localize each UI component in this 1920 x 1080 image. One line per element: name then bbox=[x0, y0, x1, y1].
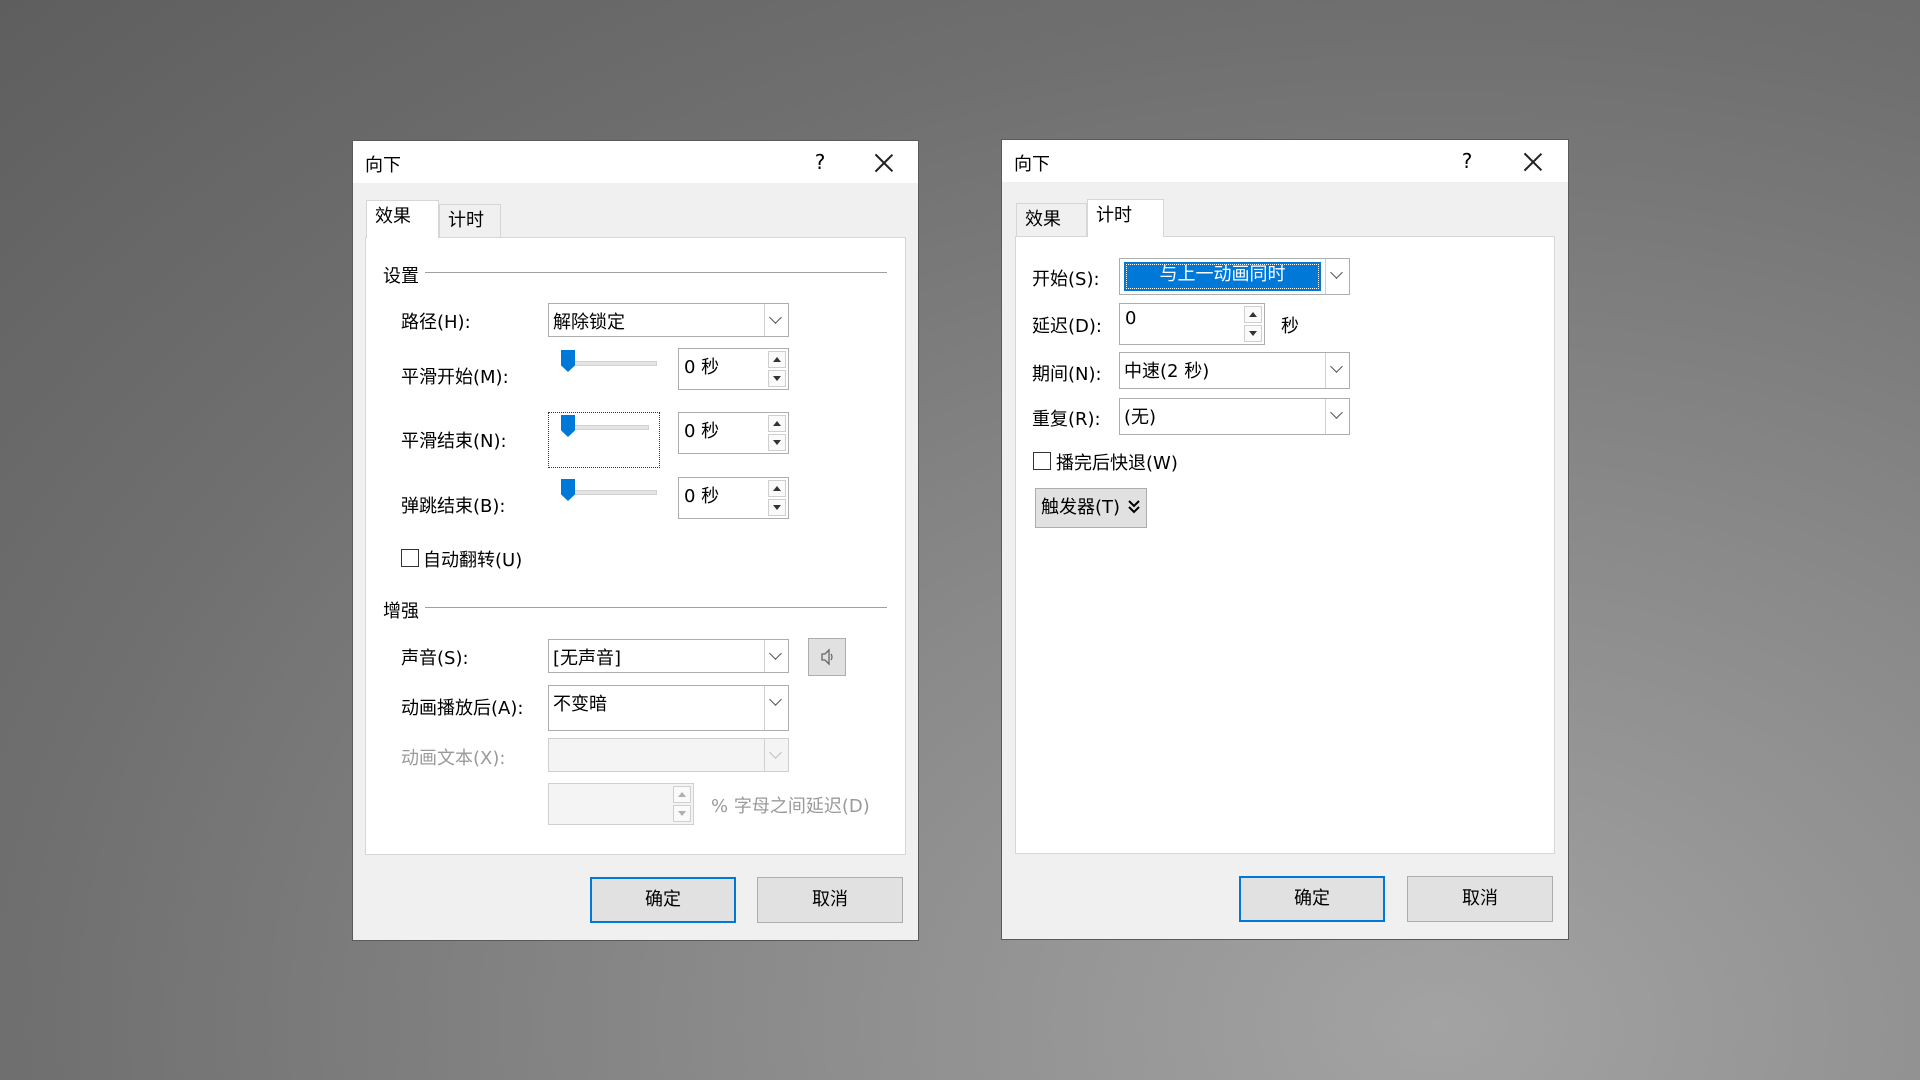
start-select-value: 与上一动画同时 bbox=[1124, 262, 1321, 291]
double-chevron-down-icon bbox=[1128, 500, 1140, 514]
spin-down-icon[interactable] bbox=[1244, 325, 1262, 342]
letter-delay-label: % 字母之间延迟(D) bbox=[711, 796, 870, 817]
animate-text-select[interactable] bbox=[548, 738, 789, 772]
enhance-divider bbox=[423, 607, 887, 608]
enhance-section-title: 增强 bbox=[383, 597, 425, 623]
ok-button[interactable]: 确定 bbox=[1239, 876, 1385, 922]
spinner-value[interactable]: 0 秒 bbox=[684, 417, 719, 443]
chevron-down-icon[interactable] bbox=[764, 304, 788, 336]
spinner-value[interactable]: 0 秒 bbox=[684, 353, 719, 379]
path-label: 路径(H): bbox=[401, 312, 471, 333]
sound-select[interactable]: [无声音] bbox=[548, 639, 789, 673]
smooth-start-label: 平滑开始(M): bbox=[401, 367, 509, 388]
bounce-end-spinner[interactable]: 0 秒 bbox=[678, 477, 789, 519]
after-animation-label: 动画播放后(A): bbox=[401, 698, 524, 719]
repeat-select-value: (无) bbox=[1124, 407, 1157, 428]
bounce-end-label: 弹跳结束(B): bbox=[401, 496, 506, 517]
repeat-select[interactable]: (无) bbox=[1119, 398, 1350, 435]
delay-unit: 秒 bbox=[1281, 316, 1299, 337]
spin-up-icon[interactable] bbox=[768, 415, 786, 432]
sound-select-value: [无声音] bbox=[553, 648, 622, 669]
auto-reverse-checkbox[interactable] bbox=[401, 549, 419, 567]
chevron-down-icon[interactable] bbox=[1325, 399, 1349, 434]
spin-up-icon[interactable] bbox=[673, 786, 691, 803]
speaker-icon bbox=[821, 648, 833, 666]
effect-dialog: 向下 ? 效果 计时 设置 路径(H): 解除锁定 平滑开始(M): 0 秒 平… bbox=[352, 140, 919, 941]
chevron-down-icon[interactable] bbox=[1325, 259, 1349, 294]
spinner-value[interactable]: 0 秒 bbox=[684, 482, 719, 508]
start-select[interactable]: 与上一动画同时 bbox=[1119, 258, 1350, 295]
slider-track bbox=[561, 490, 657, 495]
delay-spinner[interactable]: 0 bbox=[1119, 303, 1265, 345]
duration-label: 期间(N): bbox=[1032, 364, 1102, 385]
duration-select[interactable]: 中速(2 秒) bbox=[1119, 352, 1350, 389]
slider-track bbox=[562, 425, 649, 430]
path-select-value: 解除锁定 bbox=[553, 312, 625, 333]
after-animation-value: 不变暗 bbox=[553, 694, 607, 715]
bounce-end-slider[interactable] bbox=[551, 479, 657, 519]
animate-text-label: 动画文本(X): bbox=[401, 748, 506, 769]
chevron-down-icon[interactable] bbox=[1325, 353, 1349, 388]
settings-divider bbox=[423, 272, 887, 273]
spin-down-icon[interactable] bbox=[768, 370, 786, 387]
rewind-label[interactable]: 播完后快退(W) bbox=[1056, 449, 1178, 475]
chevron-down-icon[interactable] bbox=[764, 686, 788, 730]
smooth-end-label: 平滑结束(N): bbox=[401, 431, 507, 452]
spin-up-icon[interactable] bbox=[1244, 306, 1262, 323]
after-animation-select[interactable]: 不变暗 bbox=[548, 685, 789, 731]
slider-thumb[interactable] bbox=[561, 350, 575, 372]
delay-value[interactable]: 0 bbox=[1125, 308, 1136, 329]
start-label: 开始(S): bbox=[1032, 269, 1100, 290]
letter-delay-spinner[interactable] bbox=[548, 783, 694, 825]
spin-up-icon[interactable] bbox=[768, 480, 786, 497]
auto-reverse-label[interactable]: 自动翻转(U) bbox=[423, 546, 522, 572]
cancel-button[interactable]: 取消 bbox=[1407, 876, 1553, 922]
smooth-start-spinner[interactable]: 0 秒 bbox=[678, 348, 789, 390]
smooth-end-slider[interactable] bbox=[548, 412, 660, 468]
sound-volume-button[interactable] bbox=[808, 638, 846, 676]
chevron-down-icon[interactable] bbox=[764, 739, 788, 771]
delay-label: 延迟(D): bbox=[1032, 316, 1102, 337]
timing-dialog: 向下 ? 效果 计时 开始(S): 与上一动画同时 延迟(D): 0 秒 期间(… bbox=[1001, 139, 1569, 940]
spin-up-icon[interactable] bbox=[768, 351, 786, 368]
smooth-start-slider[interactable] bbox=[551, 350, 657, 390]
triggers-button[interactable]: 触发器(T) bbox=[1035, 488, 1147, 528]
sound-label: 声音(S): bbox=[401, 648, 469, 669]
path-select[interactable]: 解除锁定 bbox=[548, 303, 789, 337]
smooth-end-spinner[interactable]: 0 秒 bbox=[678, 412, 789, 454]
rewind-checkbox[interactable] bbox=[1033, 452, 1051, 470]
slider-thumb[interactable] bbox=[561, 415, 575, 437]
duration-select-value: 中速(2 秒) bbox=[1124, 361, 1210, 382]
slider-thumb[interactable] bbox=[561, 479, 575, 501]
spin-down-icon[interactable] bbox=[768, 434, 786, 451]
spin-down-icon[interactable] bbox=[768, 499, 786, 516]
spin-down-icon[interactable] bbox=[673, 805, 691, 822]
cancel-button[interactable]: 取消 bbox=[757, 877, 903, 923]
repeat-label: 重复(R): bbox=[1032, 409, 1101, 430]
chevron-down-icon[interactable] bbox=[764, 640, 788, 672]
settings-section-title: 设置 bbox=[383, 262, 425, 288]
ok-button[interactable]: 确定 bbox=[590, 877, 736, 923]
slider-track bbox=[561, 361, 657, 366]
triggers-label: 触发器(T) bbox=[1041, 497, 1121, 518]
